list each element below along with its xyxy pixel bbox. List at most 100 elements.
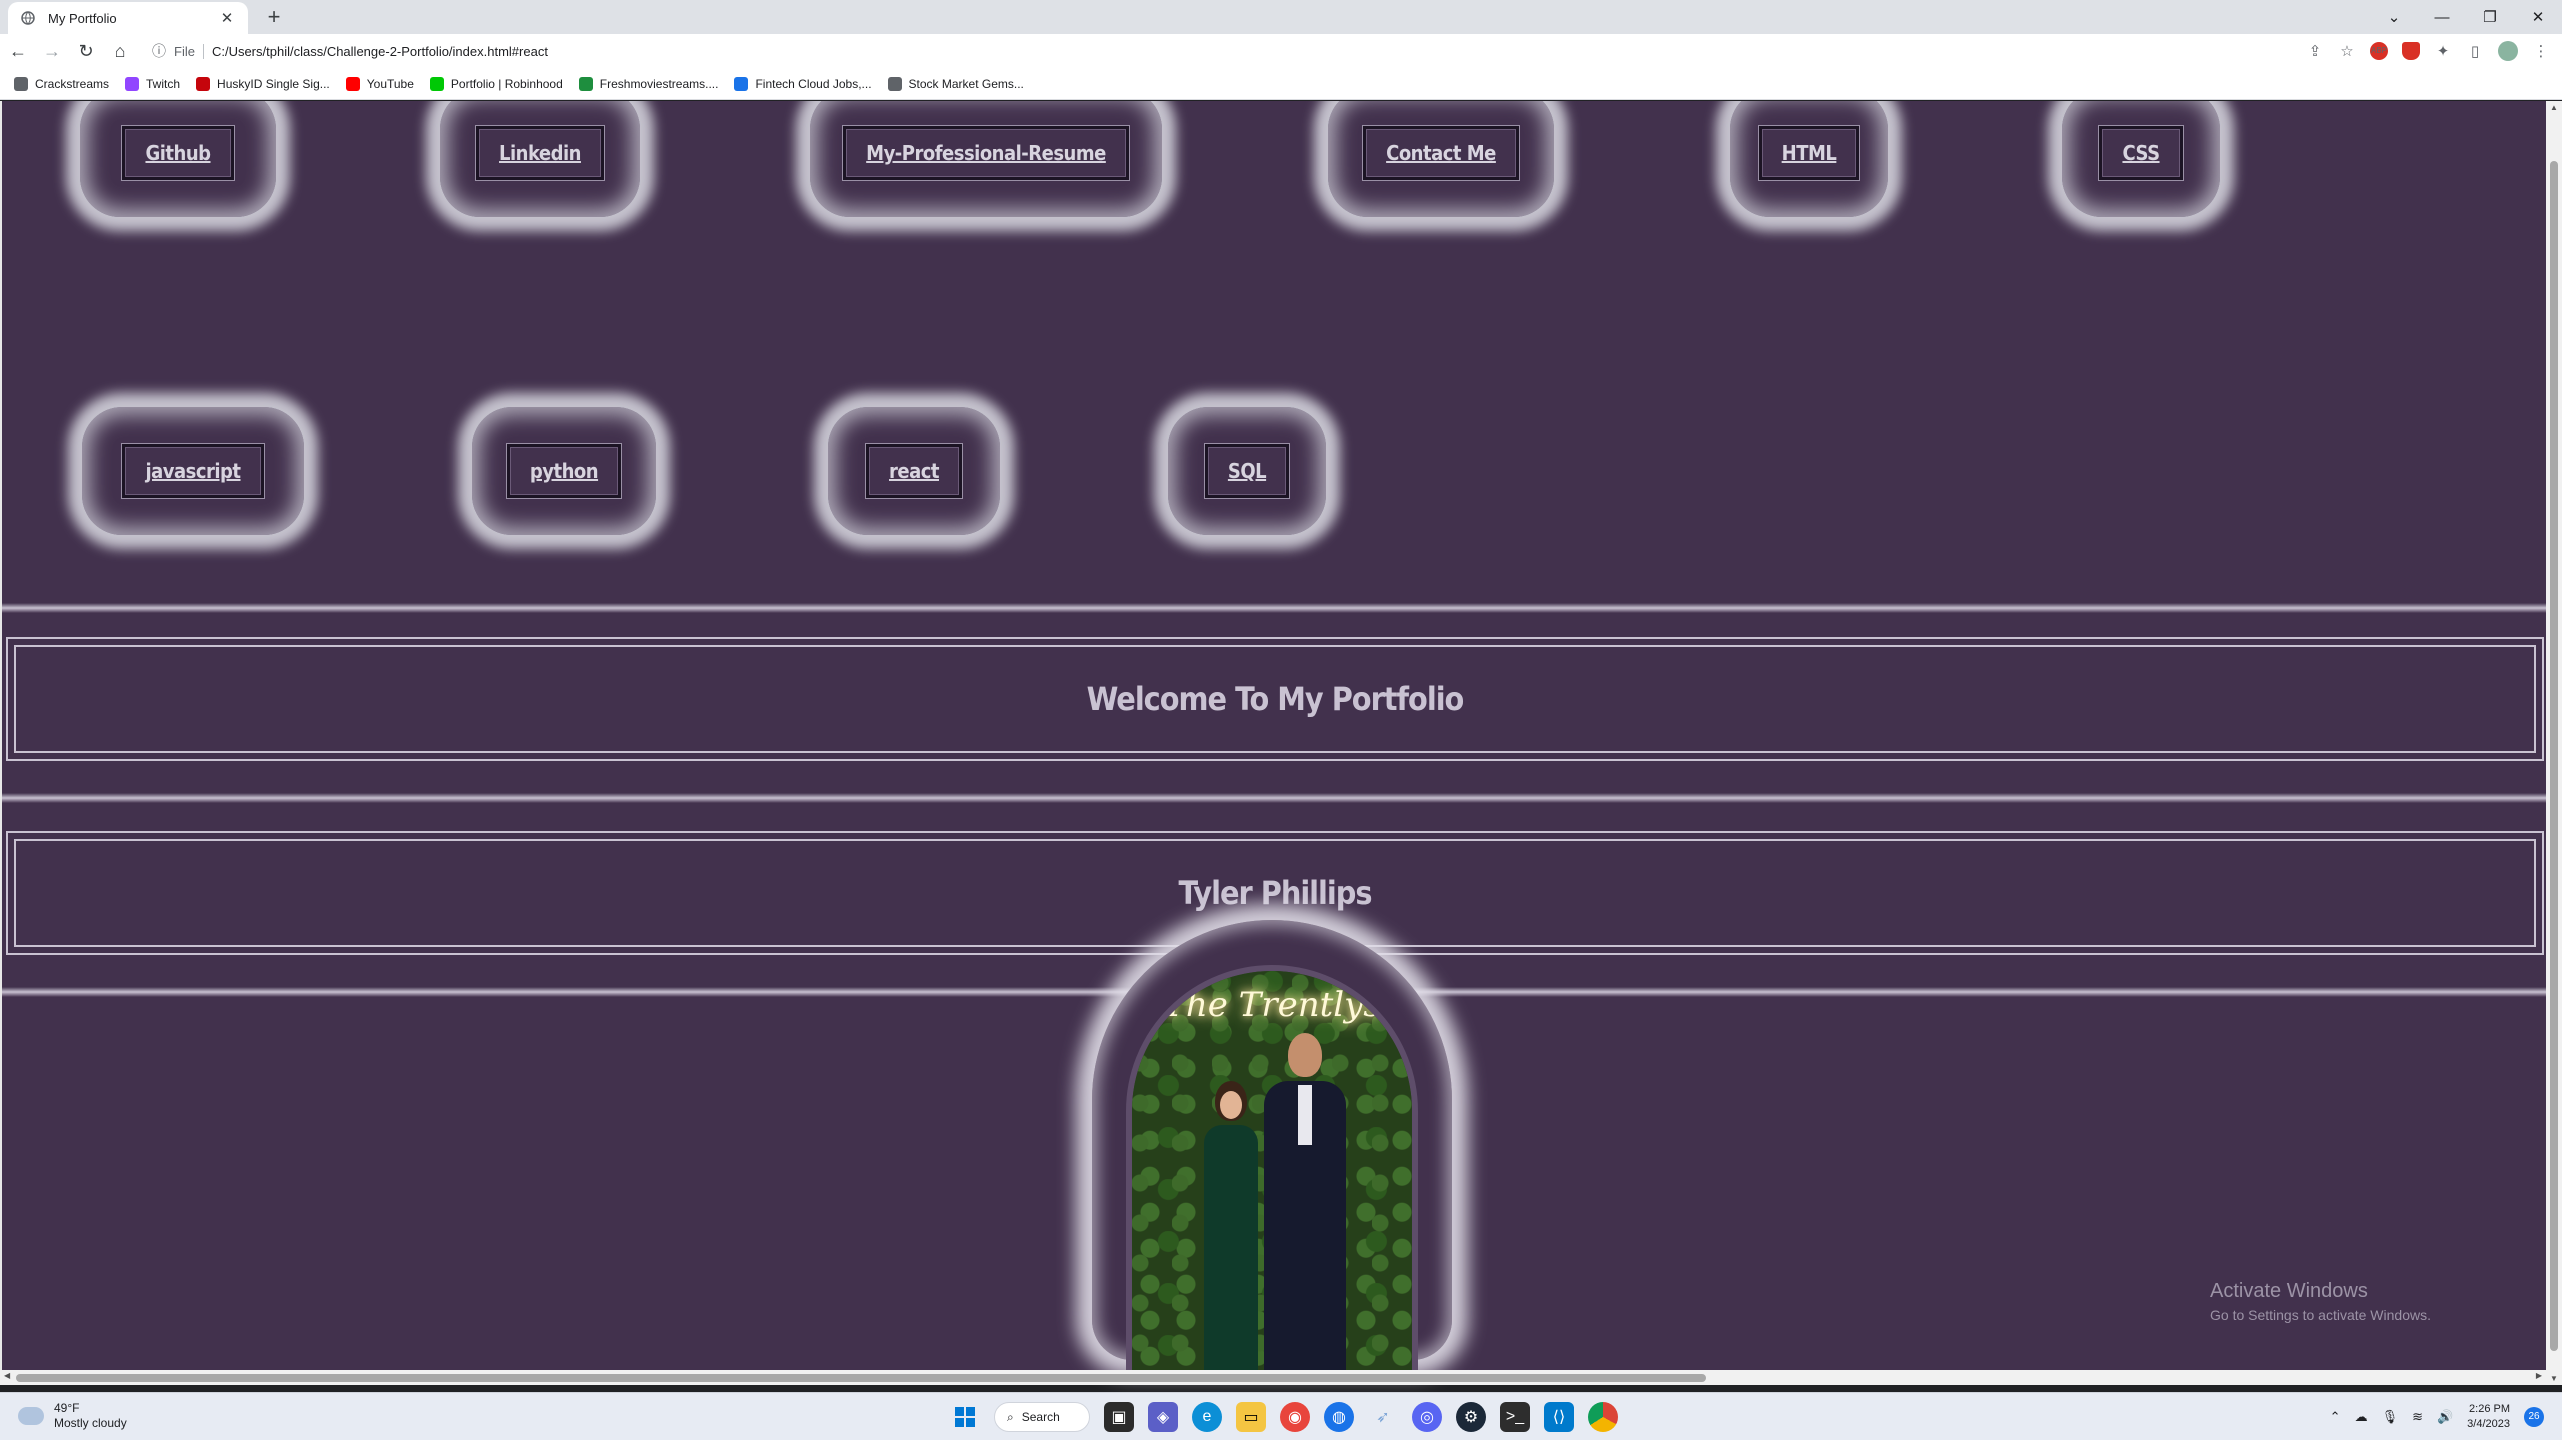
- microphone-icon[interactable]: 🎙: [2382, 1409, 2399, 1425]
- terminal-icon[interactable]: >_: [1500, 1402, 1530, 1432]
- home-button[interactable]: ⌂: [104, 37, 136, 65]
- linkedin-link[interactable]: Linkedin: [476, 126, 604, 180]
- back-button[interactable]: ←: [2, 37, 34, 65]
- cloud-icon: [18, 1407, 44, 1425]
- bookmark-label: Twitch: [146, 76, 181, 91]
- url-text[interactable]: C:/Users/tphil/class/Challenge-2-Portfol…: [212, 44, 548, 59]
- bookmark-label: YouTube: [366, 76, 414, 91]
- javascript-link[interactable]: javascript: [122, 444, 264, 498]
- teams-chat-icon[interactable]: ◈: [1148, 1402, 1178, 1432]
- bookmark-item[interactable]: YouTube: [345, 76, 414, 91]
- bookmark-label: Portfolio | Robinhood: [450, 76, 563, 91]
- bookmark-item[interactable]: Crackstreams: [14, 76, 110, 91]
- file-explorer-icon[interactable]: ▭: [1236, 1402, 1266, 1432]
- search-icon: ⌕: [1007, 1409, 1014, 1424]
- nav-box-github: Github: [80, 101, 276, 217]
- discord-icon[interactable]: ◎: [1412, 1402, 1442, 1432]
- new-tab-button[interactable]: +: [262, 5, 286, 29]
- windows-taskbar: 49°F Mostly cloudy ⌕ Search ▣ ◈ e ▭ ◉ ◍ …: [0, 1392, 2562, 1440]
- bookmark-label: Fintech Cloud Jobs,...: [755, 76, 872, 91]
- taskbar-search[interactable]: ⌕ Search: [994, 1402, 1090, 1432]
- husky-icon: [196, 76, 211, 91]
- bookmark-item[interactable]: HuskyID Single Sig...: [196, 76, 330, 91]
- resume-link[interactable]: My-Professional-Resume: [843, 126, 1129, 180]
- feather-app-icon[interactable]: ➶: [1368, 1402, 1398, 1432]
- scroll-down-icon[interactable]: ▼: [2546, 1374, 2562, 1383]
- task-view-icon[interactable]: ▣: [1104, 1402, 1134, 1432]
- react-link[interactable]: react: [866, 444, 962, 498]
- address-bar[interactable]: ⓘ File C:/Users/tphil/class/Challenge-2-…: [142, 37, 2302, 65]
- start-icon[interactable]: [950, 1402, 980, 1432]
- app-red-icon[interactable]: ◉: [1280, 1402, 1310, 1432]
- minimize-button[interactable]: —: [2418, 9, 2466, 26]
- nav-box-html: HTML: [1730, 101, 1888, 217]
- maximize-button[interactable]: ❐: [2466, 8, 2514, 26]
- chrome-icon[interactable]: [1588, 1402, 1618, 1432]
- scroll-up-icon[interactable]: ▲: [2546, 103, 2562, 112]
- close-tab-icon[interactable]: ✕: [218, 9, 236, 27]
- close-window-button[interactable]: ✕: [2514, 8, 2562, 26]
- edge-icon[interactable]: e: [1192, 1402, 1222, 1432]
- side-panel-icon[interactable]: ▯: [2466, 42, 2484, 60]
- share-icon[interactable]: ⇪: [2306, 42, 2324, 60]
- bookmark-item[interactable]: Portfolio | Robinhood: [429, 76, 563, 91]
- tab-search-icon[interactable]: ⌄: [2370, 8, 2418, 26]
- onedrive-icon[interactable]: ☁: [2355, 1409, 2368, 1425]
- vertical-scroll-thumb[interactable]: [2550, 161, 2558, 1351]
- horizontal-scroll-thumb[interactable]: [16, 1374, 1706, 1382]
- neon-sign: The Trentlys: [1163, 985, 1381, 1025]
- watermark-title: Activate Windows: [2210, 1280, 2368, 1302]
- volume-icon[interactable]: 🔊: [2437, 1409, 2453, 1425]
- clock-date: 3/4/2023: [2467, 1418, 2510, 1430]
- scroll-right-icon[interactable]: ▶: [2536, 1371, 2542, 1380]
- nav-box-contact: Contact Me: [1328, 101, 1554, 217]
- adblock-extension-icon[interactable]: ABP: [2370, 42, 2388, 60]
- bookmark-label: Crackstreams: [35, 76, 110, 91]
- nav-box-react: react: [828, 407, 1000, 535]
- bookmark-label: HuskyID Single Sig...: [217, 76, 330, 91]
- nav-box-javascript: javascript: [82, 407, 304, 535]
- sql-link[interactable]: SQL: [1204, 444, 1290, 498]
- activate-windows-watermark: Activate Windows Go to Settings to activ…: [2210, 1280, 2431, 1323]
- play-icon: [578, 76, 593, 91]
- profile-avatar[interactable]: [2498, 41, 2518, 61]
- notification-badge[interactable]: 26: [2524, 1407, 2544, 1427]
- globe-icon: [20, 10, 36, 26]
- reload-button[interactable]: ↻: [70, 37, 102, 65]
- css-link[interactable]: CSS: [2099, 126, 2183, 180]
- fintech-icon: [734, 76, 749, 91]
- bookmark-item[interactable]: Stock Market Gems...: [887, 76, 1024, 91]
- bookmark-star-icon[interactable]: ☆: [2338, 42, 2356, 60]
- html-link[interactable]: HTML: [1758, 126, 1860, 180]
- bookmark-item[interactable]: Fintech Cloud Jobs,...: [734, 76, 872, 91]
- search-label: Search: [1021, 1410, 1060, 1424]
- person-woman: [1202, 1081, 1260, 1379]
- menu-kebab-icon[interactable]: ⋮: [2532, 42, 2550, 60]
- forward-button[interactable]: →: [36, 37, 68, 65]
- site-info-icon[interactable]: ⓘ: [152, 41, 166, 61]
- weather-widget[interactable]: 49°F Mostly cloudy: [18, 1401, 127, 1431]
- contact-me-link[interactable]: Contact Me: [1363, 126, 1519, 180]
- steam-icon[interactable]: ⚙: [1456, 1402, 1486, 1432]
- bookmark-item[interactable]: Twitch: [125, 76, 181, 91]
- wifi-icon[interactable]: ≋: [2412, 1409, 2423, 1425]
- bookmark-item[interactable]: Freshmoviestreams....: [578, 76, 718, 91]
- vertical-scrollbar[interactable]: ▲ ▼: [2546, 101, 2562, 1385]
- show-hidden-icons[interactable]: ⌃: [2330, 1409, 2341, 1425]
- horizontal-scrollbar[interactable]: ◀ ▶: [0, 1370, 2546, 1385]
- globe-icon: [887, 76, 902, 91]
- python-link[interactable]: python: [506, 444, 622, 498]
- tab-title: My Portfolio: [48, 10, 117, 26]
- profile-photo: The Trentlys: [1126, 965, 1418, 1385]
- nav-box-resume: My-Professional-Resume: [810, 101, 1162, 217]
- browser-toolbar: ← → ↻ ⌂ ⓘ File C:/Users/tphil/class/Chal…: [0, 34, 2562, 68]
- tab-my-portfolio[interactable]: My Portfolio ✕: [8, 2, 248, 34]
- extensions-puzzle-icon[interactable]: ✦: [2434, 42, 2452, 60]
- shield-extension-icon[interactable]: [2402, 42, 2420, 60]
- scroll-left-icon[interactable]: ◀: [4, 1371, 10, 1380]
- vscode-icon[interactable]: ⟨⟩: [1544, 1402, 1574, 1432]
- globe-app-icon[interactable]: ◍: [1324, 1402, 1354, 1432]
- clock[interactable]: 2:26 PM 3/4/2023: [2467, 1402, 2510, 1432]
- github-link[interactable]: Github: [122, 126, 234, 180]
- person-man: [1264, 1033, 1346, 1379]
